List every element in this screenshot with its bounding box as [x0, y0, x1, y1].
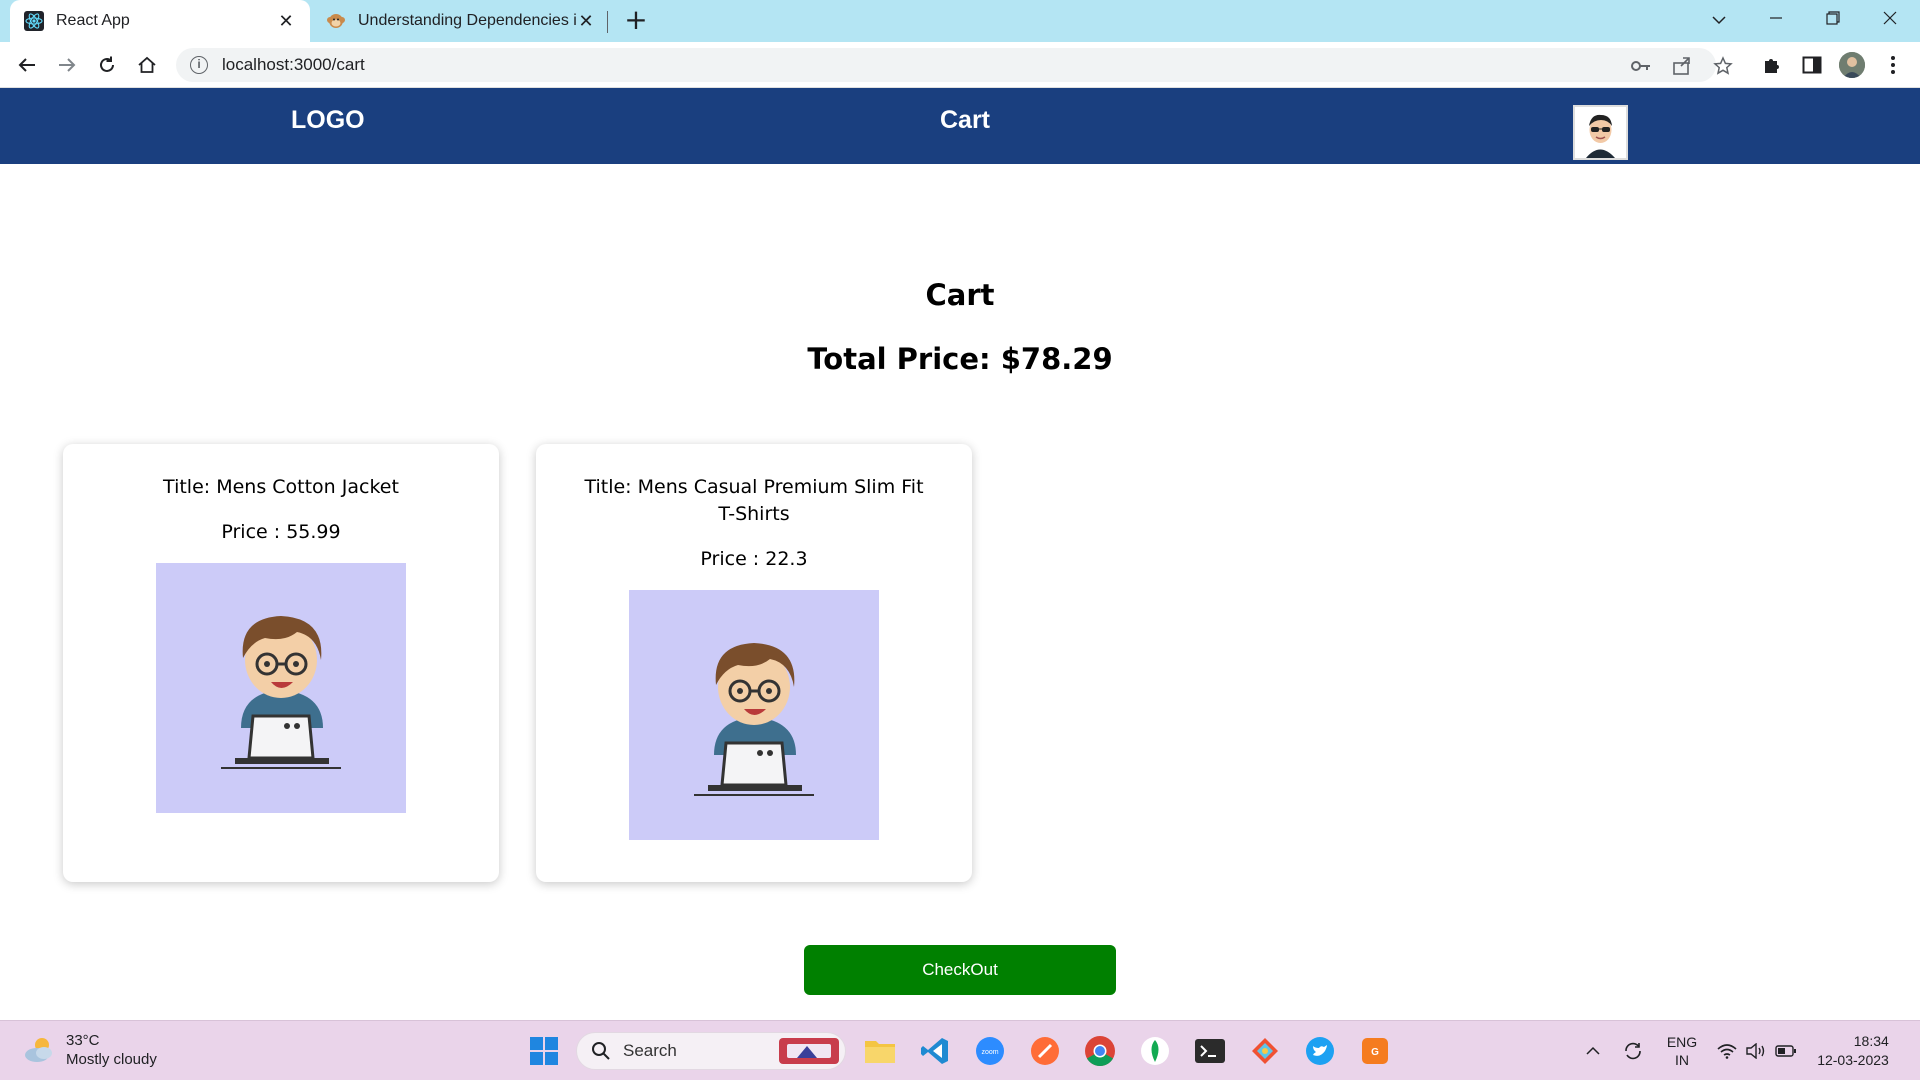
total-price: Total Price: $78.29	[807, 342, 1113, 376]
language-indicator[interactable]: ENG IN	[1660, 1021, 1704, 1080]
cloudy-weather-icon	[25, 1038, 52, 1062]
minimize-icon[interactable]	[1756, 6, 1796, 34]
weather-temp: 33°C	[66, 1032, 100, 1049]
clock-date: 12-03-2023	[1817, 1052, 1889, 1068]
forward-arrow-icon[interactable]	[53, 51, 81, 79]
search-icon	[592, 1042, 610, 1060]
taskbar-search[interactable]: Search	[576, 1032, 846, 1070]
logo[interactable]: LOGO	[291, 106, 365, 135]
bookmark-star-icon[interactable]	[1711, 54, 1735, 78]
new-tab-plus-icon[interactable]: +	[622, 6, 650, 35]
file-explorer-icon[interactable]	[862, 1033, 898, 1069]
chrome-icon[interactable]	[1082, 1033, 1118, 1069]
weather-widget[interactable]: 33°C Mostly cloudy	[22, 1031, 157, 1069]
windows-start-icon[interactable]	[526, 1033, 562, 1069]
twitter-icon[interactable]	[1302, 1033, 1338, 1069]
zoom-icon[interactable]: zoom	[972, 1033, 1008, 1069]
extensions-puzzle-icon[interactable]	[1759, 52, 1785, 78]
tab-title: Understanding Dependencies in	[358, 12, 576, 29]
home-icon[interactable]	[133, 51, 161, 79]
git-kraken-icon[interactable]	[1247, 1033, 1283, 1069]
cart-heading: Cart	[925, 278, 995, 312]
vscode-icon[interactable]	[917, 1033, 953, 1069]
restore-icon[interactable]	[1813, 6, 1853, 34]
search-label: Search	[623, 1041, 677, 1060]
back-arrow-icon[interactable]	[13, 51, 41, 79]
show-hidden-icons-chevron-icon[interactable]	[1578, 1021, 1608, 1080]
close-icon[interactable]: ✕	[576, 11, 596, 32]
tab-react-app[interactable]: React App ✕	[10, 0, 310, 42]
cartoon-developer-icon	[221, 616, 341, 769]
item-price: Price : 55.99	[221, 521, 341, 543]
item-image	[629, 590, 879, 840]
volume-icon[interactable]	[1743, 1021, 1769, 1080]
wifi-icon[interactable]	[1714, 1021, 1740, 1080]
clock-time: 18:34	[1853, 1033, 1889, 1049]
user-avatar[interactable]	[1573, 105, 1628, 160]
checkout-button[interactable]: CheckOut	[804, 945, 1116, 995]
tab-understanding-dependencies[interactable]: Understanding Dependencies in ✕	[316, 0, 606, 42]
browser-tab-bar: React App ✕ Understanding Dependencies i…	[0, 0, 1920, 42]
site-info-icon[interactable]: i	[190, 56, 208, 74]
cartoon-developer-icon	[694, 643, 814, 796]
address-bar[interactable]: i localhost:3000/cart	[176, 48, 1716, 82]
react-icon	[24, 11, 44, 31]
kebab-menu-icon[interactable]	[1880, 52, 1906, 78]
profile-avatar-icon[interactable]	[1839, 52, 1865, 78]
browser-toolbar: i localhost:3000/cart	[0, 42, 1920, 88]
lang-bottom: IN	[1675, 1052, 1689, 1068]
tab-title: React App	[56, 12, 130, 29]
postman-icon[interactable]	[1027, 1033, 1063, 1069]
tab-search-chevron-icon[interactable]	[1699, 6, 1739, 34]
mongodb-compass-icon[interactable]	[1137, 1033, 1173, 1069]
window-close-icon[interactable]	[1870, 6, 1910, 34]
share-icon[interactable]	[1670, 54, 1694, 78]
close-icon[interactable]: ✕	[276, 11, 296, 32]
weather-desc: Mostly cloudy	[66, 1051, 157, 1068]
url-text: localhost:3000/cart	[222, 55, 365, 74]
cart-item-card: Title: Mens Casual Premium Slim Fit T-Sh…	[536, 444, 972, 882]
side-panel-icon[interactable]	[1799, 52, 1825, 78]
windows-taskbar: 33°C Mostly cloudy Search zoom G ENG IN …	[0, 1020, 1920, 1080]
terminal-icon[interactable]	[1192, 1033, 1228, 1069]
item-title: Title: Mens Cotton Jacket	[163, 476, 399, 498]
lang-top: ENG	[1666, 1034, 1698, 1050]
clock[interactable]: 18:34 12-03-2023	[1808, 1021, 1898, 1080]
search-highlight-icon	[779, 1038, 839, 1064]
tab-separator	[607, 11, 608, 33]
monkey-icon	[326, 11, 346, 31]
key-icon[interactable]	[1629, 54, 1653, 78]
svg-text:G: G	[1371, 1047, 1379, 1058]
item-price: Price : 22.3	[700, 548, 808, 570]
header-title: Cart	[940, 106, 991, 134]
reload-icon[interactable]	[93, 51, 121, 79]
item-image	[156, 563, 406, 813]
app-header: LOGO Cart	[0, 88, 1920, 164]
svg-text:zoom: zoom	[981, 1049, 998, 1056]
pdf-reader-icon[interactable]: G	[1357, 1033, 1393, 1069]
battery-icon[interactable]	[1772, 1021, 1800, 1080]
sync-icon[interactable]	[1618, 1021, 1648, 1080]
cart-item-card: Title: Mens Cotton Jacket Price : 55.99	[63, 444, 499, 882]
item-title: Title: Mens Casual Premium Slim Fit T-Sh…	[584, 476, 924, 525]
